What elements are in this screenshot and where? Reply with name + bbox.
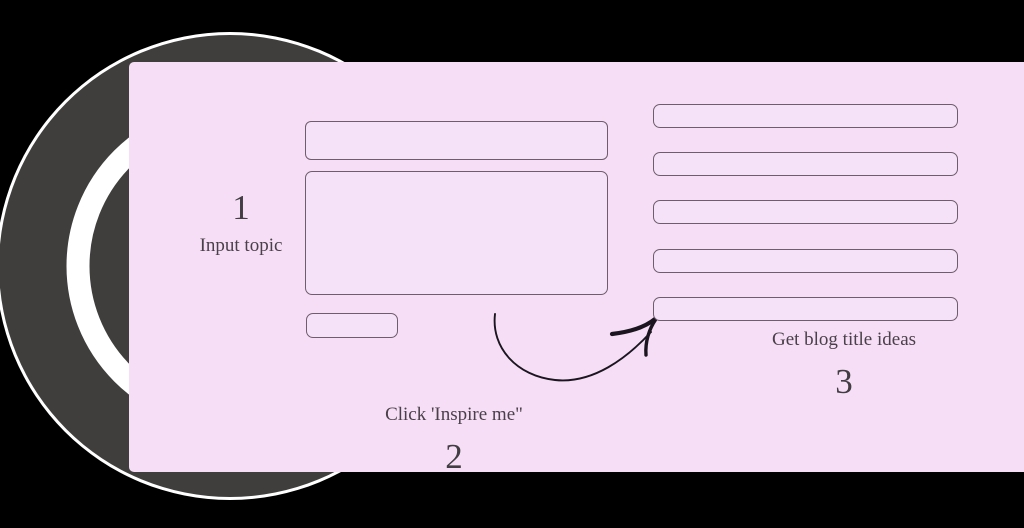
diagram-canvas: 1 Input topic Click 'Inspire me" 2 Get b… xyxy=(0,0,1024,528)
tool-card: 1 Input topic Click 'Inspire me" 2 Get b… xyxy=(129,62,1024,476)
step-3-number: 3 xyxy=(835,361,853,401)
step-3-label-group: Get blog title ideas 3 xyxy=(684,329,1004,401)
result-row[interactable] xyxy=(653,200,958,224)
details-textarea[interactable] xyxy=(305,171,608,295)
step-2-number: 2 xyxy=(445,436,463,476)
result-row[interactable] xyxy=(653,104,958,128)
step-2-caption: Click 'Inspire me" xyxy=(385,404,523,425)
step-1-caption: Input topic xyxy=(199,235,283,256)
result-row[interactable] xyxy=(653,297,958,321)
step-1-label-group: 1 Input topic xyxy=(151,190,331,257)
result-row[interactable] xyxy=(653,152,958,176)
topic-input[interactable] xyxy=(305,121,608,160)
result-row[interactable] xyxy=(653,249,958,273)
step-2-label-group: Click 'Inspire me" 2 xyxy=(324,404,584,476)
step-3-caption: Get blog title ideas xyxy=(771,329,917,350)
step-1-number: 1 xyxy=(232,188,250,227)
inspire-me-button[interactable] xyxy=(306,313,398,338)
curved-arrow-right-icon xyxy=(493,313,658,382)
